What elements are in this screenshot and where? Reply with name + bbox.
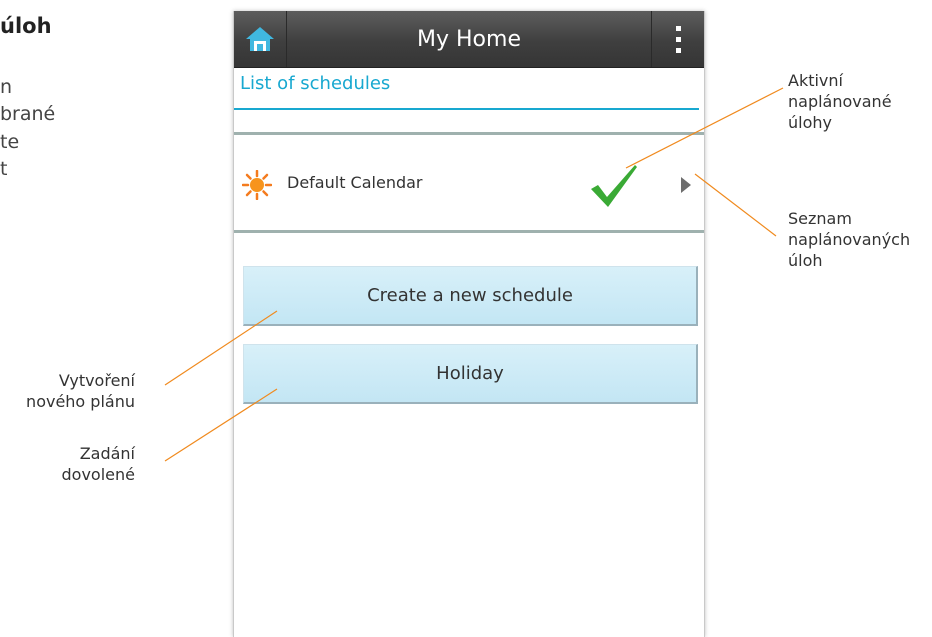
- callout-leader-lines: [164, 87, 784, 462]
